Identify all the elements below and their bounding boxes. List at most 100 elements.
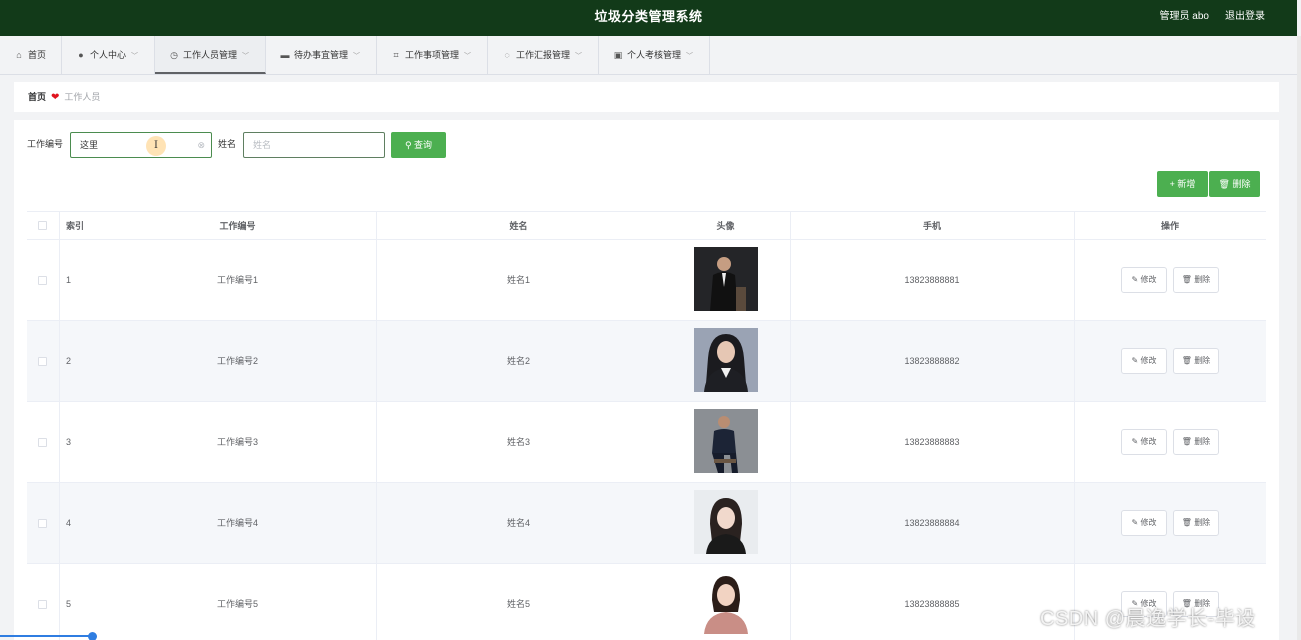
column-divider [790, 212, 791, 640]
delete-label: 删除 [1194, 437, 1211, 446]
delete-label: 删除 [1194, 518, 1211, 527]
nav-item-assessment[interactable]: ▣ 个人考核管理 ﹀ [599, 36, 710, 74]
row-code: 工作编号2 [216, 356, 258, 366]
delete-label: 删除 [1194, 356, 1211, 365]
select-all-checkbox[interactable] [38, 221, 47, 230]
watermark: CSDN @晨逸学长-毕设 [1040, 608, 1256, 630]
progress-knob[interactable] [88, 632, 97, 640]
edit-icon: ✎ [1131, 356, 1139, 365]
nav-item-reports[interactable]: ◌ 工作汇报管理 ﹀ [488, 36, 599, 74]
chevron-down-icon: ﹀ [686, 53, 694, 60]
row-phone: 13823888884 [904, 518, 960, 528]
chevron-down-icon: ﹀ [131, 53, 139, 60]
table-row: 3 工作编号3 姓名3 13823888883 ✎ 修改 🗑︎ 删除 [27, 402, 1266, 483]
row-index: 5 [66, 599, 72, 609]
delete-button[interactable]: 🗑︎ 删除 [1173, 510, 1219, 536]
name-input-placeholder: 姓名 [253, 140, 272, 150]
chevron-down-icon: ﹀ [464, 53, 472, 60]
chevron-down-icon: ﹀ [242, 53, 250, 60]
code-input-value: 这里 [80, 140, 99, 150]
breadcrumb-home[interactable]: 首页 [28, 92, 46, 102]
delete-button[interactable]: 🗑︎ 删除 [1173, 348, 1219, 374]
chevron-down-icon: ﹀ [575, 53, 583, 60]
app-title: 垃圾分类管理系统 [594, 9, 703, 24]
query-button[interactable]: ⚲ 查询 [391, 132, 446, 158]
clear-icon[interactable]: ⊗ [197, 133, 205, 157]
add-button[interactable]: + 新增 [1157, 171, 1208, 197]
nav-item-profile[interactable]: ● 个人中心 ﹀ [62, 36, 155, 74]
row-name: 姓名5 [506, 599, 530, 609]
playback-progress[interactable] [0, 632, 97, 640]
row-checkbox[interactable] [38, 519, 47, 528]
delete-button[interactable]: 🗑︎ 删除 [1173, 267, 1219, 293]
plus-icon: + [1169, 179, 1175, 189]
staff-table: 索引 工作编号 姓名 头像 手机 操作 1 工作编号1 姓名1 13823888… [27, 211, 1266, 640]
nav-label: 首页 [28, 50, 47, 60]
home-icon: ⌂ [16, 50, 22, 60]
avatar [694, 490, 758, 554]
row-index: 4 [66, 518, 72, 528]
row-code: 工作编号4 [216, 518, 258, 528]
compass-icon: ◌ [504, 50, 510, 60]
nav-item-home[interactable]: ⌂ 首页 [0, 36, 62, 74]
main-nav: ⌂ 首页 ● 个人中心 ﹀ ◷ 工作人员管理 ﹀ ▬ 待办事宜管理 ﹀ ⌗ 工作事项管理 ﹀ ◌ 工… [0, 36, 1297, 75]
edit-button[interactable]: ✎ 修改 [1121, 510, 1167, 536]
delete-label: 删除 [1232, 179, 1251, 189]
row-index: 3 [66, 437, 72, 447]
row-name: 姓名1 [506, 275, 530, 285]
edit-button[interactable]: ✎ 修改 [1121, 267, 1167, 293]
row-phone: 13823888882 [904, 356, 960, 366]
row-index: 2 [66, 356, 72, 366]
nav-item-staff[interactable]: ◷ 工作人员管理 ﹀ [155, 36, 266, 74]
edit-icon: ✎ [1131, 518, 1139, 527]
delete-label: 删除 [1194, 275, 1211, 284]
table-header: 索引 工作编号 姓名 头像 手机 操作 [27, 212, 1266, 240]
breadcrumb: 首页 ❤ 工作人员 [14, 82, 1279, 112]
nav-item-todo[interactable]: ▬ 待办事宜管理 ﹀ [266, 36, 377, 74]
table-row: 1 工作编号1 姓名1 13823888881 ✎ 修改 🗑︎ 删除 [27, 240, 1266, 321]
row-checkbox[interactable] [38, 600, 47, 609]
row-checkbox[interactable] [38, 357, 47, 366]
search-icon: ⚲ [404, 140, 412, 150]
row-checkbox[interactable] [38, 276, 47, 285]
name-search-input[interactable]: 姓名 [243, 132, 385, 158]
delete-button[interactable]: 🗑︎ 删除 [1173, 429, 1219, 455]
trash-icon: 🗑︎ [1181, 275, 1192, 284]
row-phone: 13823888885 [904, 599, 960, 609]
column-header: 操作 [1160, 221, 1179, 231]
trash-icon: 🗑︎ [1181, 518, 1192, 527]
code-search-input[interactable]: 这里 ⊗ [70, 132, 212, 158]
table-row: 4 工作编号4 姓名4 13823888884 ✎ 修改 🗑︎ 删除 [27, 483, 1266, 564]
name-label: 姓名 [218, 139, 237, 149]
column-divider [376, 212, 377, 640]
edit-label: 修改 [1140, 275, 1157, 284]
edit-button[interactable]: ✎ 修改 [1121, 348, 1167, 374]
column-header: 索引 [66, 221, 85, 231]
code-label: 工作编号 [27, 139, 64, 149]
batch-delete-button[interactable]: 🗑︎ 删除 [1209, 171, 1260, 197]
nav-label: 个人考核管理 [627, 50, 682, 60]
row-phone: 13823888881 [904, 275, 960, 285]
row-name: 姓名3 [506, 437, 530, 447]
edit-label: 修改 [1140, 437, 1157, 446]
logout-link[interactable]: 退出登录 [1225, 0, 1265, 34]
text-cursor-icon: I [146, 136, 166, 156]
row-code: 工作编号3 [216, 437, 258, 447]
breadcrumb-current: 工作人员 [64, 92, 101, 102]
column-header: 姓名 [509, 221, 528, 231]
page-scrollbar[interactable] [1297, 36, 1301, 640]
user-icon: ● [78, 50, 84, 60]
avatar [694, 409, 758, 473]
nav-label: 待办事宜管理 [294, 50, 349, 60]
row-checkbox[interactable] [38, 438, 47, 447]
nav-item-tasks[interactable]: ⌗ 工作事项管理 ﹀ [377, 36, 488, 74]
edit-button[interactable]: ✎ 修改 [1121, 429, 1167, 455]
trash-icon: 🗑︎ [1218, 179, 1230, 189]
row-code: 工作编号1 [216, 275, 258, 285]
edit-icon: ✎ [1131, 437, 1139, 446]
row-index: 1 [66, 275, 72, 285]
progress-track [0, 635, 92, 637]
row-code: 工作编号5 [216, 599, 258, 609]
current-user: 管理员 abo [1159, 11, 1209, 22]
nav-label: 工作汇报管理 [516, 50, 571, 60]
